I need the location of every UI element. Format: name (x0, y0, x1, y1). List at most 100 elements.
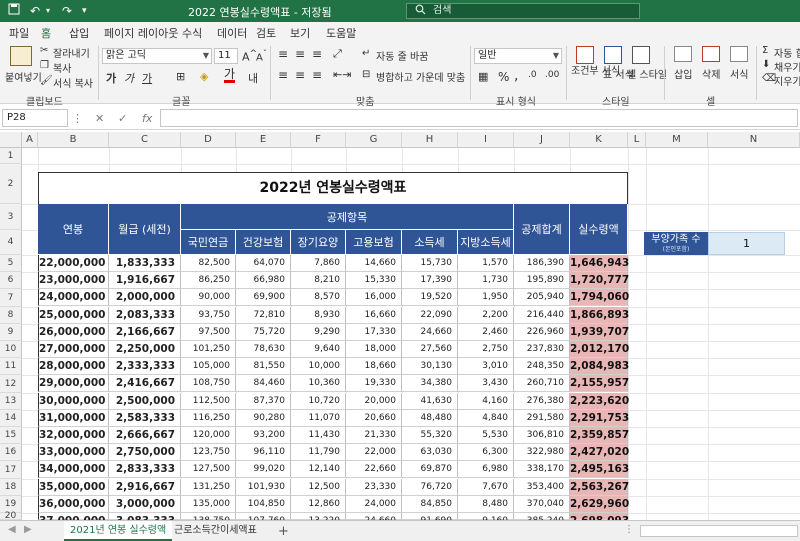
row-header[interactable]: 4 (0, 230, 22, 255)
row-header[interactable]: 1 (0, 148, 22, 164)
number-format-select[interactable]: 일반 ▼ (474, 48, 562, 64)
cell-income-tax[interactable]: 17,390 (402, 272, 458, 289)
cell-employment[interactable]: 20,660 (346, 410, 402, 427)
cell-net-pay[interactable]: 2,359,857 (570, 427, 629, 444)
cell-pension[interactable]: 120,000 (181, 427, 236, 444)
next-sheet-icon[interactable]: ▶ (24, 524, 32, 535)
cell-salary[interactable]: 27,000,000 (38, 341, 109, 358)
column-header[interactable]: K (570, 132, 628, 148)
cell-salary[interactable]: 32,000,000 (38, 427, 109, 444)
cell-monthly[interactable]: 2,333,333 (109, 358, 181, 375)
prev-sheet-icon[interactable]: ◀ (8, 524, 16, 535)
align-middle-icon[interactable]: ≡ (295, 47, 305, 61)
cell-income-tax[interactable]: 76,720 (402, 479, 458, 496)
undo-icon[interactable]: ↶ (30, 3, 40, 19)
percent-icon[interactable]: % (498, 70, 509, 84)
row-header[interactable]: 20 (0, 512, 22, 521)
cell-monthly[interactable]: 2,666,667 (109, 427, 181, 444)
cell-employment[interactable]: 20,000 (346, 393, 402, 410)
cell-pension[interactable]: 97,500 (181, 324, 236, 341)
cell-salary[interactable]: 36,000,000 (38, 496, 109, 513)
tab-formulas[interactable]: 수식 (182, 25, 202, 41)
cell-health[interactable]: 84,460 (236, 375, 291, 392)
cell-monthly[interactable]: 2,166,667 (109, 324, 181, 341)
phonetic-icon[interactable]: 내 (248, 70, 258, 86)
cell-longterm[interactable]: 12,860 (291, 496, 346, 513)
cell-salary[interactable]: 24,000,000 (38, 289, 109, 306)
cell-local-tax[interactable]: 5,530 (458, 427, 514, 444)
column-header[interactable]: N (708, 132, 800, 148)
cell-salary[interactable]: 25,000,000 (38, 307, 109, 324)
cell-total-deduction[interactable]: 276,380 (514, 393, 570, 410)
copy-button[interactable]: 복사 (53, 60, 71, 75)
align-left-icon[interactable]: ≡ (278, 68, 288, 82)
cell-salary[interactable]: 28,000,000 (38, 358, 109, 375)
cell-local-tax[interactable]: 3,430 (458, 375, 514, 392)
dependents-value[interactable]: 1 (708, 232, 785, 255)
cell-local-tax[interactable]: 1,730 (458, 272, 514, 289)
cut-icon[interactable]: ✂ (40, 45, 48, 56)
sheet-tab-active[interactable]: 2021년 연봉 실수령액 (64, 521, 173, 541)
row-header[interactable]: 2 (0, 164, 22, 204)
cell-income-tax[interactable]: 63,030 (402, 444, 458, 461)
cell-health[interactable]: 104,850 (236, 496, 291, 513)
cell-salary[interactable]: 22,000,000 (38, 255, 109, 272)
cell-monthly[interactable]: 3,000,000 (109, 496, 181, 513)
cell-net-pay[interactable]: 1,866,893 (570, 307, 629, 324)
header-pension[interactable]: 국민연금 (181, 230, 236, 255)
column-header[interactable]: H (402, 132, 458, 148)
cell-net-pay[interactable]: 2,084,983 (570, 358, 629, 375)
cell-total-deduction[interactable]: 370,040 (514, 496, 570, 513)
indent-icon[interactable]: ⇤⇥ (333, 68, 351, 81)
column-header[interactable]: I (458, 132, 514, 148)
cell-pension[interactable]: 116,250 (181, 410, 236, 427)
cell-net-pay[interactable]: 2,427,020 (570, 444, 629, 461)
insert-cells-icon[interactable] (674, 46, 692, 62)
cell-pension[interactable]: 93,750 (181, 307, 236, 324)
column-header[interactable]: M (646, 132, 708, 148)
row-header[interactable]: 17 (0, 461, 22, 479)
cell-health[interactable]: 78,630 (236, 341, 291, 358)
cell-health[interactable]: 93,200 (236, 427, 291, 444)
cell-employment[interactable]: 21,330 (346, 427, 402, 444)
tab-view[interactable]: 보기 (290, 25, 310, 41)
cell-income-tax[interactable]: 34,380 (402, 375, 458, 392)
cell-local-tax[interactable]: 6,980 (458, 461, 514, 478)
cell-employment[interactable]: 24,000 (346, 496, 402, 513)
delete-cells-icon[interactable] (702, 46, 720, 62)
cell-pension[interactable]: 138,750 (181, 513, 236, 526)
cell-income-tax[interactable]: 19,520 (402, 289, 458, 306)
sheet-title[interactable]: 2022년 연봉실수령액표 (38, 172, 628, 204)
customize-quick-access-icon[interactable]: ▾ (82, 3, 87, 19)
cell-employment[interactable]: 22,660 (346, 461, 402, 478)
cell-local-tax[interactable]: 4,160 (458, 393, 514, 410)
cell-pension[interactable]: 131,250 (181, 479, 236, 496)
cell-total-deduction[interactable]: 237,830 (514, 341, 570, 358)
format-cells-button[interactable]: 서식 (730, 66, 748, 81)
cell-income-tax[interactable]: 91,690 (402, 513, 458, 526)
row-header[interactable]: 12 (0, 375, 22, 393)
save-icon[interactable] (8, 3, 20, 19)
wrap-text-button[interactable]: 자동 줄 바꿈 (376, 48, 428, 63)
paste-button[interactable]: 붙여넣기 (5, 69, 42, 84)
row-header[interactable]: 10 (0, 341, 22, 358)
align-center-icon[interactable]: ≡ (295, 68, 305, 82)
autosum-icon[interactable]: Σ (762, 45, 768, 56)
delete-cells-button[interactable]: 삭제 (702, 66, 720, 81)
cell-health[interactable]: 99,020 (236, 461, 291, 478)
cell-total-deduction[interactable]: 205,940 (514, 289, 570, 306)
cell-salary[interactable]: 30,000,000 (38, 393, 109, 410)
cell-income-tax[interactable]: 27,560 (402, 341, 458, 358)
cell-net-pay[interactable]: 1,646,943 (570, 255, 629, 272)
cell-income-tax[interactable]: 41,630 (402, 393, 458, 410)
cell-longterm[interactable]: 13,220 (291, 513, 346, 526)
add-sheet-icon[interactable]: + (278, 524, 289, 539)
bold-icon[interactable]: 가 (106, 70, 116, 86)
cell-salary[interactable]: 33,000,000 (38, 444, 109, 461)
accounting-format-icon[interactable]: ▦ (478, 70, 488, 83)
cell-net-pay[interactable]: 2,698,093 (570, 513, 629, 527)
cell-local-tax[interactable]: 2,750 (458, 341, 514, 358)
cell-longterm[interactable]: 10,360 (291, 375, 346, 392)
fill-button[interactable]: 채우기 (774, 59, 800, 74)
cell-employment[interactable]: 24,660 (346, 513, 402, 526)
